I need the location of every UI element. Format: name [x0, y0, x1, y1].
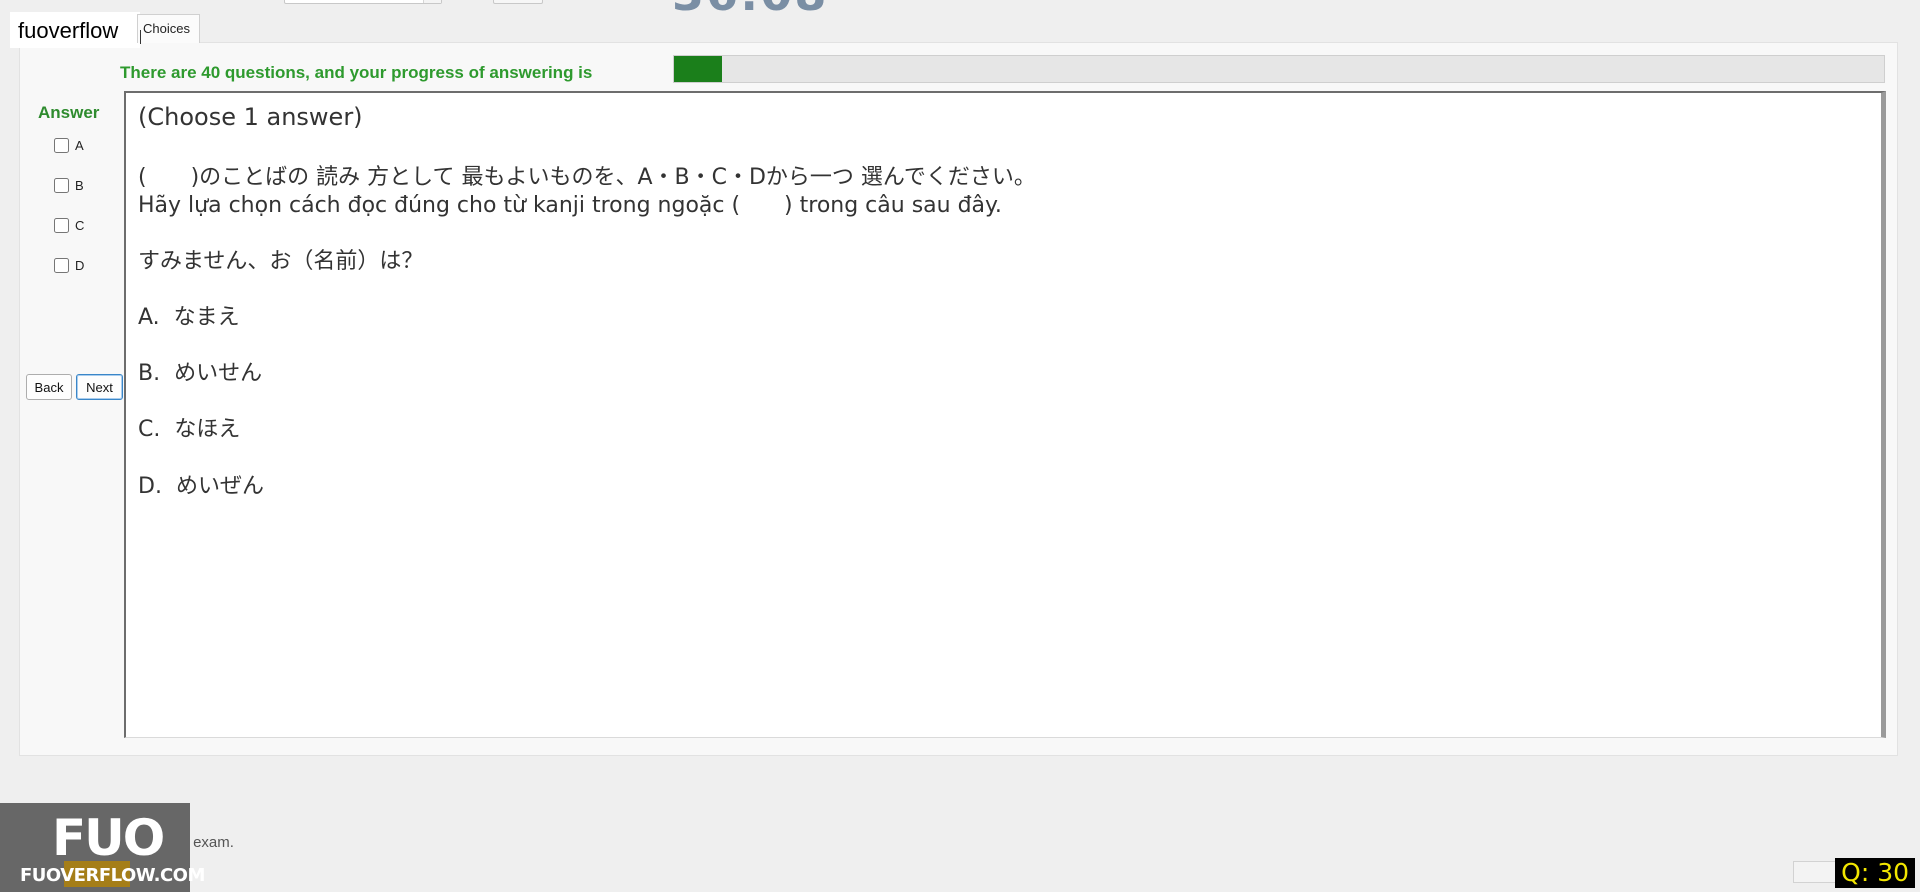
choice-letter: A.: [138, 305, 160, 330]
answer-checkbox-c[interactable]: [54, 218, 69, 233]
text-caret: [140, 30, 141, 44]
choice-text: なほえ: [174, 417, 241, 442]
progress-fill: [674, 56, 723, 82]
logo-site: FUOVERFLOW.COM: [20, 865, 205, 886]
finish-button[interactable]: [1793, 861, 1837, 883]
choice-line-b: B. めいせん: [138, 355, 262, 387]
choice-letter: D.: [138, 474, 162, 499]
answer-title: Answer: [38, 103, 100, 122]
answer-checkbox-a[interactable]: [54, 138, 69, 153]
answer-checkbox-b[interactable]: [54, 178, 69, 193]
answer-option-label: B: [75, 178, 84, 193]
question-sentence: すみません、お（名前）は？: [138, 249, 424, 274]
question-panel: (Choose 1 answer) ( )のことばの 読み 方として 最もよいも…: [124, 91, 1886, 738]
answer-option-label: D: [75, 258, 85, 273]
choice-letter: B.: [138, 361, 161, 386]
countdown-timer: 36:08: [672, 0, 828, 14]
choice-line-c: C. なほえ: [138, 411, 240, 443]
progress-label: There are 40 questions, and your progres…: [120, 63, 593, 82]
question-prompt-vi: Hãy lựa chọn cách đọc đúng cho từ kanji …: [138, 193, 1002, 218]
choice-text: めいせん: [174, 361, 263, 386]
choice-line-a: A. なまえ: [138, 299, 240, 331]
next-button[interactable]: Next: [76, 374, 123, 400]
answer-option-label: C: [75, 218, 85, 233]
top-button[interactable]: [493, 0, 543, 4]
brand-label: fuoverflow: [10, 12, 140, 48]
answer-checkbox-d[interactable]: [54, 258, 69, 273]
exam-code-select[interactable]: [284, 0, 442, 4]
answer-option-c[interactable]: C: [54, 218, 84, 233]
choice-text: なまえ: [173, 305, 240, 330]
chevron-down-icon: [423, 0, 441, 3]
logo-mark: FUO: [52, 809, 165, 867]
back-button[interactable]: Back: [26, 374, 72, 400]
answer-option-d[interactable]: D: [54, 258, 84, 273]
tab-choices[interactable]: Choices: [137, 14, 200, 43]
answer-option-a[interactable]: A: [54, 138, 84, 153]
progress-bar: [673, 55, 1885, 83]
choice-line-d: D. めいぜん: [138, 468, 264, 500]
choice-letter: C.: [138, 417, 161, 442]
watermark-logo: FUO FUOVERFLOW.COM: [0, 803, 205, 892]
choice-text: めいぜん: [175, 474, 264, 499]
question-instruction: (Choose 1 answer): [138, 103, 363, 131]
answer-option-b[interactable]: B: [54, 178, 84, 193]
question-counter: Q: 30: [1835, 858, 1915, 888]
answer-option-label: A: [75, 138, 84, 153]
